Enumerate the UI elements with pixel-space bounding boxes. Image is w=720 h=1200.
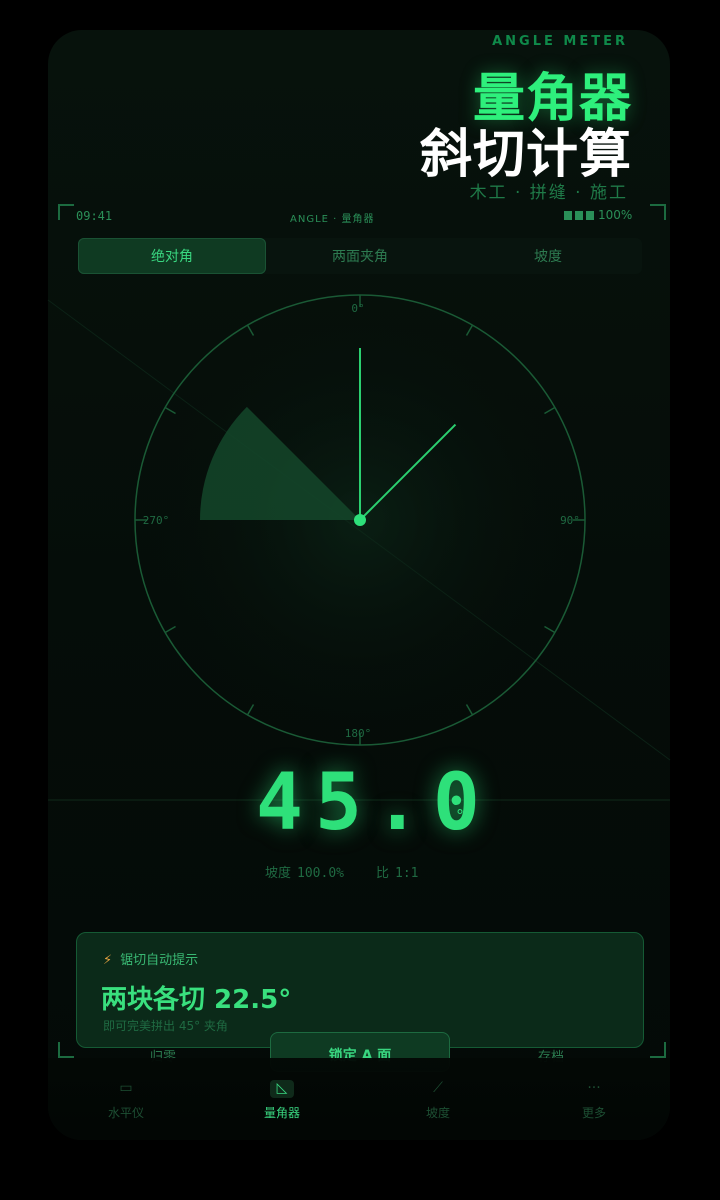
- promo-subtitle: ANGLE METER: [492, 34, 628, 49]
- frame-corner-top-left: [58, 204, 74, 220]
- mode-tabs: 绝对角 两面夹角 坡度: [78, 238, 642, 274]
- screen: ANGLE METER 量角器 斜切计算 木工 · 拼缝 · 施工 09:41 …: [0, 0, 720, 1200]
- nav-item-protractor[interactable]: ◺ 量角器: [222, 1080, 342, 1121]
- hint-note: 即可完美拼出 45° 夹角: [103, 1019, 228, 1033]
- status-battery: 100%: [564, 208, 632, 222]
- promo-title-line2: 斜切计算: [419, 125, 632, 185]
- nav-item-slope[interactable]: ⟋ 坡度: [378, 1080, 498, 1121]
- hint-header-text: 锯切自动提示: [120, 953, 199, 968]
- tab-slope[interactable]: 坡度: [454, 238, 642, 274]
- tab-absolute-angle[interactable]: 绝对角: [78, 238, 266, 274]
- hint-header: ⚡ 锯切自动提示: [103, 949, 198, 968]
- nav-label-level: 水平仪: [107, 1106, 144, 1120]
- tab-dihedral-angle[interactable]: 两面夹角: [266, 238, 454, 274]
- battery-text: 100%: [598, 208, 633, 222]
- protractor-icon: ◺: [270, 1080, 294, 1098]
- ratio-label: 比: [375, 866, 389, 881]
- more-icon: ···: [587, 1080, 601, 1096]
- readout-subline: 坡度 100.0% 比 1:1: [265, 862, 424, 881]
- hint-main-text: 两块各切 22.5°: [101, 985, 292, 1015]
- level-icon: ▭: [119, 1080, 133, 1096]
- angle-unit: °: [456, 806, 464, 825]
- nav-item-more[interactable]: ··· 更多: [534, 1080, 654, 1121]
- status-time: 09:41: [76, 209, 113, 223]
- nav-label-more: 更多: [581, 1106, 606, 1120]
- status-title: ANGLE · 量角器: [290, 214, 375, 225]
- bottom-nav: ▭ 水平仪 ◺ 量角器 ⟋ 坡度 ··· 更多: [48, 1058, 670, 1140]
- nav-label-slope: 坡度: [425, 1106, 450, 1120]
- slope-icon: ⟋: [433, 1080, 443, 1096]
- frame-corner-top-right: [650, 204, 666, 220]
- ratio-value: 1:1: [395, 866, 419, 881]
- signal-bars-icon: [564, 211, 594, 220]
- saw-hint-card: ⚡ 锯切自动提示 两块各切 22.5° 即可完美拼出 45° 夹角: [76, 932, 644, 1048]
- slope-label: 坡度: [265, 866, 292, 881]
- nav-item-level[interactable]: ▭ 水平仪: [66, 1080, 186, 1121]
- slope-value: 100.0%: [297, 866, 344, 881]
- angle-readout: 45.0: [256, 758, 492, 848]
- frame-corner-bottom-right: [650, 1042, 666, 1058]
- nav-label-protractor: 量角器: [263, 1106, 300, 1120]
- promo-tags: 木工 · 拼缝 · 施工: [469, 183, 628, 203]
- lightning-icon: ⚡: [103, 953, 113, 968]
- frame-corner-bottom-left: [58, 1042, 74, 1058]
